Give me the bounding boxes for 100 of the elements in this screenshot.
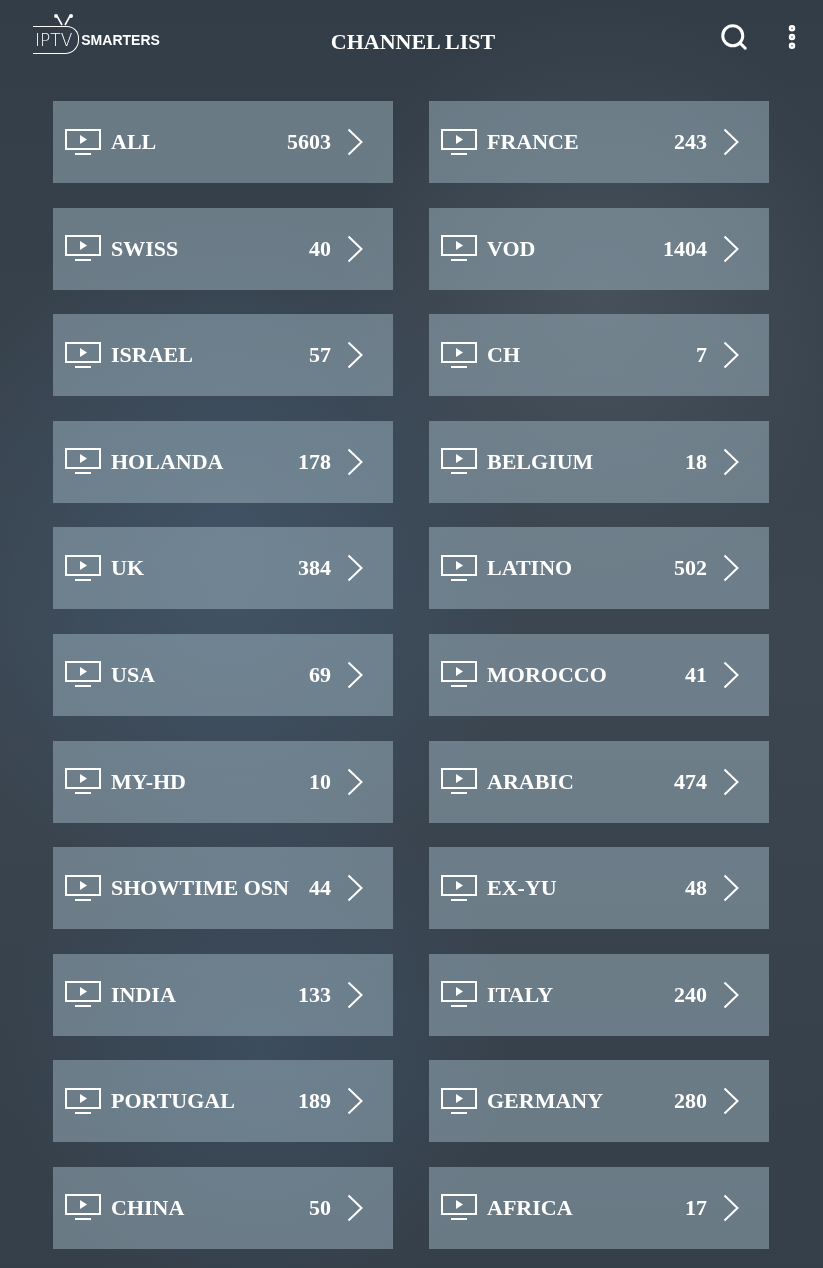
channel-count: 41	[685, 660, 707, 689]
tv-play-icon	[65, 448, 101, 476]
category-name: LATINO	[487, 554, 574, 583]
channel-count: 1404	[663, 234, 707, 263]
channel-count: 7	[696, 341, 707, 370]
category-name: USA	[111, 660, 156, 689]
chevron-right-icon	[723, 1193, 739, 1222]
category-name: CHINA	[111, 1193, 186, 1222]
tv-play-icon	[441, 1087, 477, 1115]
antenna-icon	[51, 14, 75, 26]
category-name: ISRAEL	[111, 341, 194, 370]
category-card[interactable]: ITALY 240	[429, 953, 769, 1036]
category-card[interactable]: ISRAEL 57	[53, 314, 393, 397]
channel-count: 133	[298, 980, 331, 1009]
category-name: UK	[111, 554, 145, 583]
tv-play-icon	[65, 768, 101, 796]
category-card[interactable]: EX-YU 48	[429, 847, 769, 930]
tv-play-icon	[65, 341, 101, 369]
tv-play-icon	[441, 981, 477, 1009]
tv-play-icon	[441, 554, 477, 582]
channel-count: 384	[298, 554, 331, 583]
channel-count: 50	[309, 1193, 331, 1222]
category-name: CH	[487, 341, 521, 370]
tv-play-icon	[441, 661, 477, 689]
category-name: MY-HD	[111, 767, 187, 796]
channel-count: 5603	[287, 128, 331, 156]
channel-count: 18	[685, 447, 707, 476]
chevron-right-icon	[347, 660, 363, 689]
tv-play-icon	[441, 768, 477, 796]
channel-count: 243	[674, 128, 707, 156]
channel-count: 280	[674, 1087, 707, 1116]
tv-play-icon	[65, 1087, 101, 1115]
category-card[interactable]: CH 7	[429, 314, 769, 397]
category-card[interactable]: CHINA 50	[53, 1166, 393, 1249]
chevron-right-icon	[723, 234, 739, 263]
category-card[interactable]: SWISS 40	[53, 207, 393, 290]
channel-count: 10	[309, 767, 331, 796]
category-card[interactable]: SHOWTIME OSN 44	[53, 847, 393, 930]
chevron-right-icon	[347, 234, 363, 263]
tv-play-icon	[65, 554, 101, 582]
tv-play-icon	[65, 235, 101, 263]
category-card[interactable]: MY-HD 10	[53, 740, 393, 823]
chevron-right-icon	[723, 554, 739, 583]
channel-count: 69	[309, 660, 331, 689]
channel-count: 240	[674, 980, 707, 1009]
tv-play-icon	[441, 448, 477, 476]
channel-count: 48	[685, 874, 707, 903]
category-name: SHOWTIME OSN	[111, 874, 290, 903]
category-name: ARABIC	[487, 767, 575, 796]
category-card[interactable]: MOROCCO 41	[429, 633, 769, 716]
chevron-right-icon	[347, 341, 363, 370]
channel-count: 40	[309, 234, 331, 263]
category-card[interactable]: BELGIUM 18	[429, 420, 769, 503]
category-card[interactable]: ARABIC 474	[429, 740, 769, 823]
category-card[interactable]: PORTUGAL 189	[53, 1060, 393, 1143]
logo-brand-text: SMARTERS	[81, 32, 160, 48]
channel-count: 178	[298, 447, 331, 476]
chevron-right-icon	[723, 980, 739, 1009]
category-card[interactable]: USA 69	[53, 633, 393, 716]
tv-play-icon	[441, 235, 477, 263]
category-name: ITALY	[487, 980, 555, 1009]
tv-play-icon	[441, 341, 477, 369]
chevron-right-icon	[347, 767, 363, 796]
chevron-right-icon	[347, 980, 363, 1009]
page-title: CHANNEL LIST	[330, 28, 496, 56]
category-card[interactable]: LATINO 502	[429, 527, 769, 610]
tv-play-icon	[441, 874, 477, 902]
search-icon[interactable]	[719, 22, 749, 52]
category-card[interactable]: FRANCE 243	[429, 101, 769, 183]
category-card[interactable]: VOD 1404	[429, 207, 769, 290]
category-card[interactable]: ALL 5603	[53, 101, 393, 183]
chevron-right-icon	[347, 128, 363, 156]
channel-count: 44	[309, 874, 331, 903]
category-name: BELGIUM	[487, 447, 595, 476]
tv-play-icon	[65, 981, 101, 1009]
chevron-right-icon	[347, 554, 363, 583]
tv-play-icon	[65, 1194, 101, 1222]
chevron-right-icon	[723, 767, 739, 796]
category-card[interactable]: INDIA 133	[53, 953, 393, 1036]
tv-play-icon	[441, 128, 477, 156]
logo-text: IPTV	[33, 26, 80, 54]
chevron-right-icon	[723, 1087, 739, 1116]
category-name: HOLANDA	[111, 447, 225, 476]
category-name: FRANCE	[487, 128, 580, 156]
channel-count: 57	[309, 341, 331, 370]
tv-play-icon	[65, 874, 101, 902]
category-name: ALL	[111, 128, 158, 156]
chevron-right-icon	[347, 874, 363, 903]
category-name: VOD	[487, 234, 537, 263]
chevron-right-icon	[723, 447, 739, 476]
category-card[interactable]: HOLANDA 178	[53, 420, 393, 503]
category-card[interactable]: UK 384	[53, 527, 393, 610]
category-name: MOROCCO	[487, 660, 608, 689]
tv-play-icon	[65, 128, 101, 156]
channel-count: 17	[685, 1193, 707, 1222]
chevron-right-icon	[723, 341, 739, 370]
tv-play-icon	[65, 661, 101, 689]
chevron-right-icon	[723, 128, 739, 156]
category-card[interactable]: AFRICA 17	[429, 1166, 769, 1249]
category-card[interactable]: GERMANY 280	[429, 1060, 769, 1143]
